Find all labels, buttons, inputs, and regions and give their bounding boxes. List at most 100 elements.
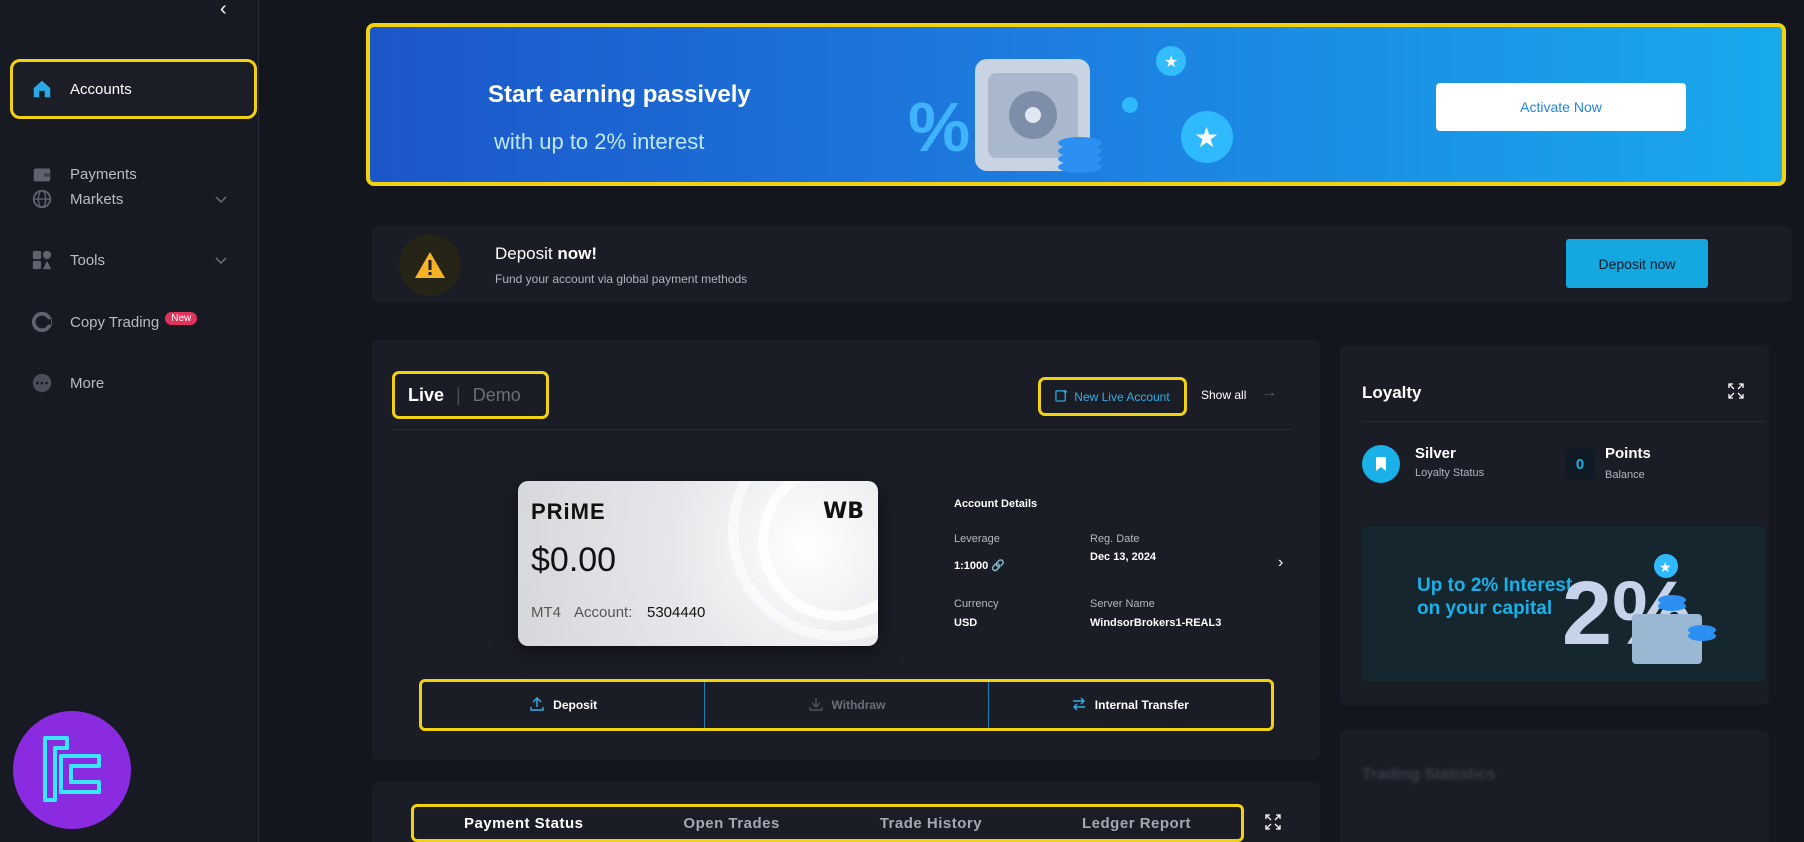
sidebar-item-label: Accounts: [70, 80, 132, 98]
divider: [392, 429, 1292, 430]
internal-transfer-label: Internal Transfer: [1094, 698, 1189, 712]
new-badge: New: [165, 311, 198, 325]
account-number-label: Account:: [574, 604, 633, 621]
warning-icon: [399, 234, 461, 296]
silver-badge-icon: [1362, 445, 1400, 483]
sidebar-item-accounts[interactable]: Accounts: [10, 59, 257, 119]
loyalty-title: Loyalty: [1362, 383, 1422, 402]
more-icon: [30, 371, 54, 395]
activate-now-button[interactable]: Activate Now: [1436, 83, 1686, 131]
svg-text:★: ★: [1659, 560, 1672, 576]
percent-illustration: 2% ★: [1562, 554, 1716, 664]
link-icon[interactable]: 🔗: [991, 560, 1005, 572]
transfer-icon: [1071, 696, 1087, 715]
sidebar-item-label: Tools: [70, 251, 106, 269]
deposit-subtitle: Fund your account via global payment met…: [495, 272, 748, 286]
sidebar-item-copy-trading[interactable]: Copy Trading New: [10, 292, 257, 352]
account-card[interactable]: PRiME WB $0.00 MT4 Account: 5304440: [518, 481, 878, 646]
account-type-tabs: Live | Demo: [392, 371, 549, 419]
loyalty-interest-promo[interactable]: Up to 2% Interest on your capital 2% ★: [1362, 526, 1765, 682]
withdraw-label: Withdraw: [831, 698, 886, 712]
account-platform: MT4: [531, 604, 561, 621]
account-number: 5304440: [647, 604, 706, 621]
sidebar: ‹ Accounts Payments Markets Tools Copy T…: [0, 0, 259, 842]
reports-panel: Payment Status Open Trades Trade History…: [372, 782, 1320, 842]
svg-text:%: %: [908, 88, 970, 166]
deposit-label: Deposit: [553, 698, 598, 712]
trading-statistics-panel: Trading Statistics: [1340, 730, 1769, 842]
sidebar-item-label: More: [70, 374, 105, 392]
deposit-banner: Deposit now! Fund your account via globa…: [372, 226, 1792, 302]
account-actions: Deposit Withdraw Internal Transfer: [419, 679, 1274, 731]
tab-separator: |: [456, 384, 461, 405]
tools-icon: [30, 248, 54, 272]
sidebar-item-tools[interactable]: Tools: [10, 230, 257, 290]
loyalty-status-value: Silver: [1415, 445, 1456, 462]
internal-transfer-button[interactable]: Internal Transfer: [989, 682, 1271, 728]
sidebar-item-markets[interactable]: Markets: [10, 169, 257, 229]
expand-icon[interactable]: [1265, 814, 1281, 835]
deposit-button[interactable]: Deposit: [422, 682, 706, 728]
tab-live[interactable]: Live: [408, 385, 444, 406]
sidebar-item-label: Markets: [70, 190, 124, 208]
leverage-value: 1:1000 🔗: [954, 559, 1005, 572]
loyalty-panel: Loyalty Silver Loyalty Status 0 Points B…: [1340, 345, 1769, 705]
tab-payment-status[interactable]: Payment Status: [464, 815, 584, 832]
reg-date-value: Dec 13, 2024: [1090, 551, 1157, 563]
server-name-label: Server Name: [1090, 598, 1155, 610]
currency-value: USD: [954, 617, 978, 629]
account-details-title: Account Details: [954, 498, 1038, 510]
tab-demo[interactable]: Demo: [473, 385, 521, 406]
promo-subtitle: with up to 2% interest: [494, 129, 705, 154]
points-value: 0: [1565, 448, 1595, 480]
new-account-icon: [1055, 389, 1068, 405]
currency-label: Currency: [954, 598, 999, 610]
collapse-sidebar-button[interactable]: ‹: [220, 0, 240, 20]
chevron-down-icon: [215, 252, 227, 269]
deposit-title: Deposit now!: [495, 244, 597, 264]
chevron-right-icon[interactable]: ›: [1278, 554, 1283, 572]
expand-icon[interactable]: [1728, 383, 1744, 404]
upload-icon: [529, 696, 545, 715]
main-content: Start earning passively with up to 2% in…: [259, 0, 1804, 842]
tab-open-trades[interactable]: Open Trades: [683, 815, 779, 832]
svg-text:★: ★: [1164, 52, 1178, 71]
deposit-title-plain: Deposit: [495, 244, 558, 263]
trading-statistics-title: Trading Statistics: [1362, 766, 1496, 783]
brand-logo: [13, 711, 131, 829]
card-brand: PRiME: [531, 499, 606, 524]
sidebar-item-label: Copy Trading: [70, 313, 160, 331]
copy-trading-label-wrap: Copy Trading New: [70, 311, 257, 331]
safe-illustration: % ★ ★: [908, 46, 1233, 173]
divider: [1362, 421, 1765, 422]
reports-tabs: Payment Status Open Trades Trade History…: [411, 804, 1244, 842]
points-title: Points: [1605, 445, 1651, 462]
chevron-down-icon: [215, 191, 227, 208]
withdraw-button[interactable]: Withdraw: [705, 682, 989, 728]
interest-promo-banner: Start earning passively with up to 2% in…: [366, 23, 1786, 186]
show-all-link[interactable]: Show all: [1201, 388, 1246, 402]
globe-icon: [30, 187, 54, 211]
sidebar-item-more[interactable]: More: [10, 353, 257, 413]
leverage-label: Leverage: [954, 533, 1000, 545]
reg-date-label: Reg. Date: [1090, 533, 1140, 545]
accounts-panel: Live | Demo New Live Account Show all → …: [372, 340, 1320, 760]
new-live-account-button[interactable]: New Live Account: [1038, 377, 1187, 416]
leverage-value-text: 1:1000: [954, 560, 989, 572]
points-label: Balance: [1605, 469, 1645, 481]
arrow-right-icon[interactable]: →: [1261, 384, 1277, 402]
loyalty-status-label: Loyalty Status: [1415, 467, 1485, 479]
svg-text:★: ★: [1194, 121, 1219, 154]
promo-title: Start earning passively: [488, 81, 751, 108]
server-name-value: WindsorBrokers1-REAL3: [1090, 617, 1222, 629]
card-logo: WB: [822, 499, 864, 524]
deposit-now-button[interactable]: Deposit now: [1566, 239, 1708, 288]
deposit-title-bold: now!: [557, 244, 598, 263]
download-icon: [808, 696, 824, 715]
tab-trade-history[interactable]: Trade History: [880, 815, 982, 832]
new-live-account-label: New Live Account: [1074, 389, 1170, 404]
account-balance: $0.00: [531, 541, 617, 579]
copy-trading-icon: [30, 310, 54, 334]
home-icon: [30, 77, 54, 101]
tab-ledger-report[interactable]: Ledger Report: [1082, 815, 1191, 832]
